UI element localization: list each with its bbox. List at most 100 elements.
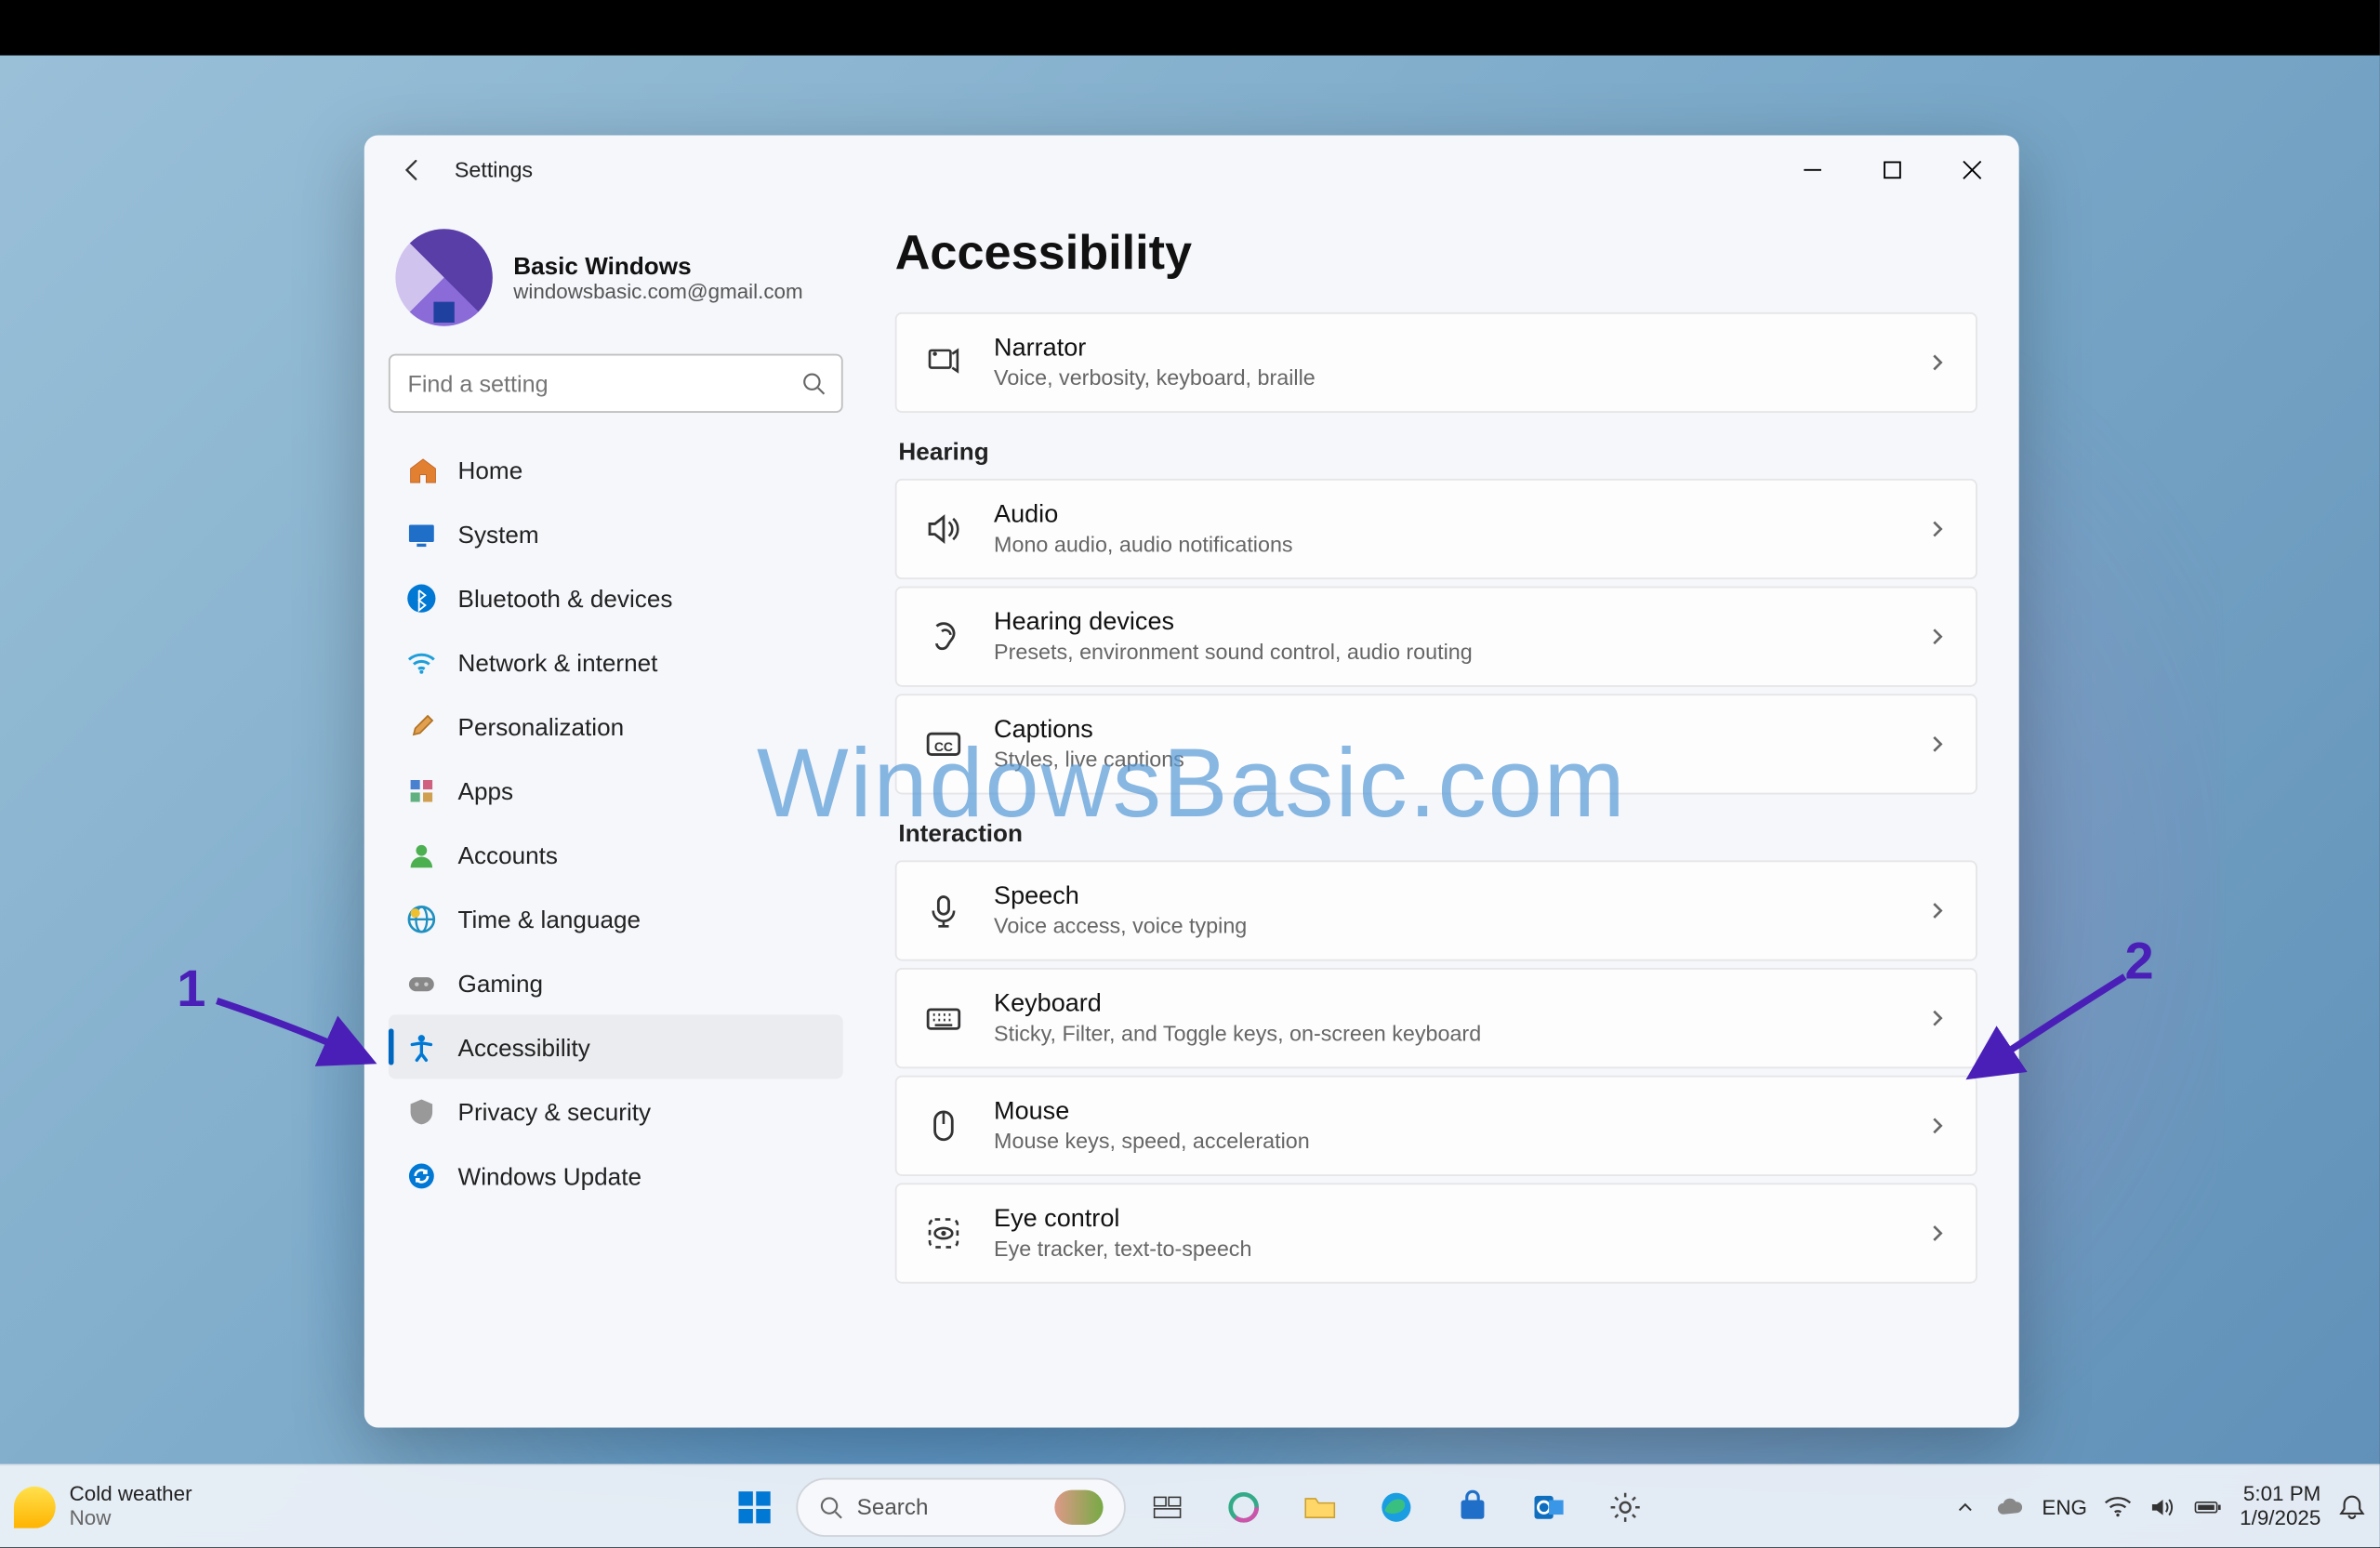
notifications-button[interactable] (2338, 1492, 2366, 1520)
settings-taskbar-button[interactable] (1591, 1472, 1660, 1541)
explorer-button[interactable] (1285, 1472, 1355, 1541)
copilot-icon (1226, 1489, 1261, 1524)
nav-item-privacy-security[interactable]: Privacy & security (389, 1078, 843, 1143)
weather-sub: Now (70, 1506, 192, 1530)
eye-icon (924, 1214, 962, 1252)
nav-label: Network & internet (458, 648, 658, 676)
search-highlight-icon (1054, 1489, 1103, 1524)
card-subtitle: Voice access, voice typing (994, 914, 1927, 938)
outlook-button[interactable] (1514, 1472, 1584, 1541)
close-icon (1962, 160, 1982, 180)
store-button[interactable] (1438, 1472, 1508, 1541)
annotation-label-1: 1 (177, 961, 205, 1020)
nav-item-home[interactable]: Home (389, 437, 843, 501)
nav-label: Time & language (458, 905, 641, 933)
search-wrap (389, 354, 843, 413)
chevron-right-icon (1927, 627, 1948, 647)
card-hearing-devices[interactable]: Hearing devices Presets, environment sou… (895, 587, 1977, 687)
tray-overflow-button[interactable] (1951, 1492, 1979, 1520)
nav-item-windows-update[interactable]: Windows Update (389, 1143, 843, 1207)
gamepad-icon (406, 967, 438, 999)
card-subtitle: Mouse keys, speed, acceleration (994, 1130, 1927, 1154)
chevron-right-icon (1927, 1008, 1948, 1028)
language-indicator[interactable]: ENG (2042, 1494, 2087, 1518)
chevron-right-icon (1927, 734, 1948, 754)
nav-label: Windows Update (458, 1161, 641, 1189)
edge-button[interactable] (1362, 1472, 1432, 1541)
taskbar-widgets[interactable]: Cold weather Now (14, 1483, 192, 1530)
card-narrator[interactable]: Narrator Voice, verbosity, keyboard, bra… (895, 312, 1977, 413)
maximize-button[interactable] (1853, 136, 1933, 205)
store-icon (1455, 1489, 1489, 1524)
card-mouse[interactable]: Mouse Mouse keys, speed, acceleration (895, 1076, 1977, 1176)
card-title: Keyboard (994, 990, 1927, 1018)
card-audio[interactable]: Audio Mono audio, audio notifications (895, 479, 1977, 579)
card-subtitle: Eye tracker, text-to-speech (994, 1237, 1927, 1261)
clock-time: 5:01 PM (2240, 1483, 2320, 1507)
update-icon (406, 1159, 438, 1191)
titlebar: Settings (364, 136, 2019, 205)
nav-list: Home System Bluetooth & devices Network & i… (389, 437, 843, 1207)
nav-label: Accessibility (458, 1033, 590, 1061)
narrator-icon (924, 343, 962, 381)
minimize-button[interactable] (1773, 136, 1853, 205)
card-captions[interactable]: CC Captions Styles, live captions (895, 694, 1977, 794)
audio-icon (924, 510, 962, 549)
back-button[interactable] (385, 142, 441, 198)
wifi-icon[interactable] (2105, 1492, 2133, 1520)
minimize-icon (1802, 160, 1822, 180)
chevron-right-icon (1927, 900, 1948, 920)
nav-item-gaming[interactable]: Gaming (389, 950, 843, 1014)
card-title: Captions (994, 717, 1927, 745)
edge-icon (1379, 1489, 1413, 1524)
svg-text:CC: CC (934, 739, 953, 754)
card-eye-control[interactable]: Eye control Eye tracker, text-to-speech (895, 1183, 1977, 1283)
card-title: Audio (994, 501, 1927, 529)
nav-item-time-language[interactable]: Time & language (389, 886, 843, 950)
volume-icon[interactable] (2149, 1492, 2177, 1520)
system-icon (406, 518, 438, 549)
sidebar: Basic Windows windowsbasic.com@gmail.com… (364, 205, 867, 1427)
section-label: Interaction (898, 819, 1977, 847)
nav-item-personalization[interactable]: Personalization (389, 694, 843, 758)
nav-item-accounts[interactable]: Accounts (389, 822, 843, 886)
card-keyboard[interactable]: Keyboard Sticky, Filter, and Toggle keys… (895, 968, 1977, 1068)
taskbar-clock[interactable]: 5:01 PM 1/9/2025 (2240, 1483, 2320, 1530)
card-subtitle: Voice, verbosity, keyboard, braille (994, 366, 1927, 390)
copilot-button[interactable] (1209, 1472, 1278, 1541)
battery-icon[interactable] (2195, 1492, 2223, 1520)
card-title: Hearing devices (994, 609, 1927, 637)
nav-label: System (458, 520, 539, 548)
chevron-right-icon (1927, 352, 1948, 373)
nav-item-bluetooth-devices[interactable]: Bluetooth & devices (389, 565, 843, 629)
brush-icon (406, 710, 438, 742)
maximize-icon (1882, 160, 1902, 180)
start-button[interactable] (720, 1472, 789, 1541)
user-block[interactable]: Basic Windows windowsbasic.com@gmail.com (395, 229, 842, 325)
task-view-button[interactable] (1132, 1472, 1202, 1541)
chevron-right-icon (1927, 1223, 1948, 1243)
onedrive-icon[interactable] (1997, 1492, 2025, 1520)
nav-label: Home (458, 456, 523, 483)
captions-icon: CC (924, 725, 962, 763)
mic-icon (924, 892, 962, 930)
home-icon (406, 454, 438, 485)
bluetooth-icon (406, 582, 438, 614)
close-button[interactable] (1932, 136, 2012, 205)
page-title: Accessibility (895, 226, 1977, 282)
nav-label: Accounts (458, 840, 558, 868)
user-email: windowsbasic.com@gmail.com (513, 279, 802, 303)
card-speech[interactable]: Speech Voice access, voice typing (895, 860, 1977, 960)
taskbar-search[interactable]: Search (796, 1477, 1125, 1536)
card-title: Eye control (994, 1206, 1927, 1234)
nav-item-system[interactable]: System (389, 501, 843, 565)
nav-label: Bluetooth & devices (458, 584, 673, 612)
search-input[interactable] (389, 354, 843, 413)
nav-item-accessibility[interactable]: Accessibility (389, 1014, 843, 1078)
content-area: Accessibility Narrator Voice, verbosity,… (867, 205, 2019, 1427)
globe-icon (406, 903, 438, 934)
section-label: Hearing (898, 437, 1977, 465)
card-title: Mouse (994, 1098, 1927, 1126)
nav-item-network-internet[interactable]: Network & internet (389, 629, 843, 694)
nav-item-apps[interactable]: Apps (389, 758, 843, 822)
